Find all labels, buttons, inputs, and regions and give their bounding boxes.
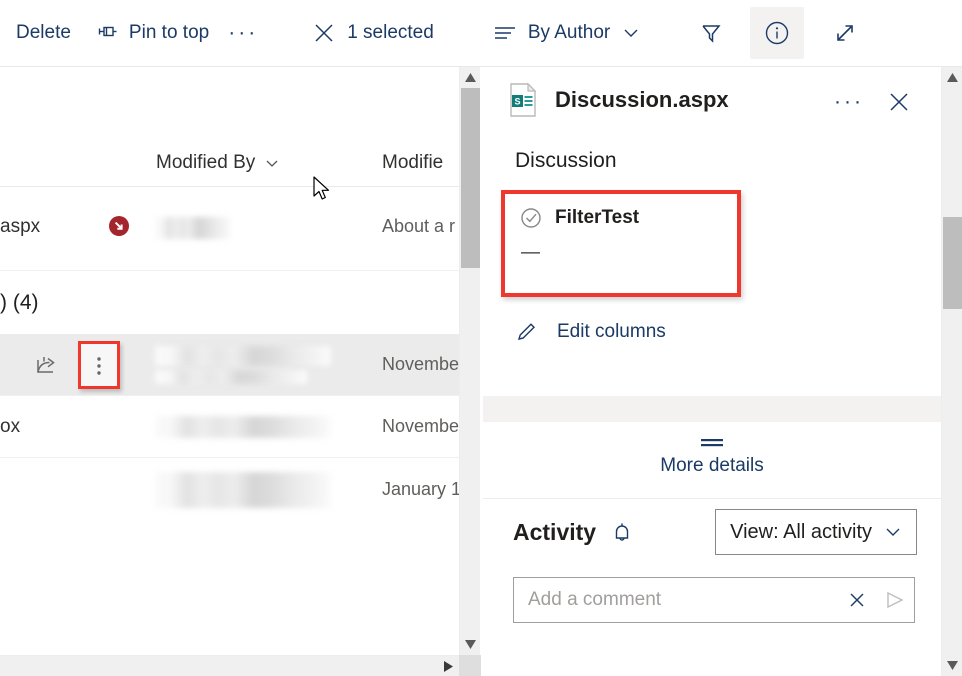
table-row[interactable]: ox Novembe	[0, 396, 460, 458]
activity-header: Activity View: All activity	[513, 509, 917, 555]
scroll-down-arrow-icon[interactable]	[942, 655, 962, 676]
details-vertical-scrollbar[interactable]	[941, 67, 962, 676]
delete-button[interactable]: Delete	[4, 13, 83, 53]
edit-columns-button[interactable]: Edit columns	[513, 319, 666, 345]
row-modified-date: About a r	[382, 216, 456, 236]
file-list-pane: Modified By Modifie aspx About a r) (4)…	[0, 67, 481, 676]
overflow-menu-button[interactable]: ···	[221, 13, 265, 53]
details-header-actions: ···	[831, 85, 917, 119]
pencil-icon	[513, 319, 539, 345]
redacted-modified-by-value	[155, 472, 331, 508]
table-row[interactable]: Novembe	[0, 334, 460, 396]
more-details-handle-icon	[697, 437, 727, 449]
list-scrollbar-thumb[interactable]	[461, 88, 480, 268]
property-label: FilterTest	[555, 207, 640, 228]
list-column-headers: Modified By Modifie	[0, 67, 460, 187]
table-row[interactable]: aspx About a r	[0, 187, 460, 271]
details-overflow-button[interactable]: ···	[831, 85, 867, 119]
scroll-down-arrow-icon[interactable]	[460, 634, 481, 655]
details-panel: S Discussion.aspx ··· Discussion FilterT…	[483, 67, 962, 676]
details-scrollbar-thumb[interactable]	[943, 217, 962, 309]
filtertest-property-highlight: FilterTest —	[501, 190, 741, 297]
command-bar: Delete Pin to top ··· 1 selected By Auth…	[0, 0, 962, 67]
group-header-row[interactable]: ) (4)	[0, 272, 460, 334]
comment-input[interactable]	[514, 589, 838, 611]
filter-icon	[697, 19, 725, 47]
details-overflow-label: ···	[834, 90, 864, 113]
scroll-up-arrow-icon[interactable]	[460, 67, 481, 88]
comment-clear-button[interactable]	[838, 578, 876, 622]
more-vertical-icon[interactable]	[88, 351, 110, 381]
sharepoint-page-icon: S	[507, 82, 539, 118]
comment-box	[513, 577, 915, 623]
close-icon	[846, 589, 868, 611]
file-properties-card: S Discussion.aspx ··· Discussion FilterT…	[483, 67, 941, 396]
redacted-modified-by-value	[155, 416, 331, 438]
chevron-down-icon	[882, 521, 904, 543]
group-by-icon	[492, 22, 518, 44]
group-by-label: By Author	[527, 22, 611, 43]
column-header-modified-by-label: Modified By	[156, 152, 256, 173]
selection-count-label: 1 selected	[347, 22, 434, 43]
bell-icon[interactable]	[610, 520, 634, 546]
chevron-down-icon	[620, 22, 642, 44]
chevron-down-icon	[262, 153, 282, 173]
svg-text:S: S	[514, 97, 520, 107]
table-row[interactable]: January 1	[0, 458, 462, 522]
activity-divider	[483, 498, 941, 499]
row-file-name: aspx	[0, 216, 41, 237]
group-by-button[interactable]: By Author	[480, 13, 654, 53]
column-header-modified-by[interactable]: Modified By	[156, 152, 282, 174]
expand-button[interactable]	[822, 10, 868, 56]
clear-selection-button[interactable]: 1 selected	[299, 13, 446, 53]
edit-columns-label: Edit columns	[557, 321, 666, 342]
activity-card: More details Activity View: All activity	[483, 422, 941, 676]
info-icon	[762, 18, 792, 48]
pin-icon	[95, 21, 119, 45]
column-header-modified-label: Modifie	[382, 152, 444, 173]
property-row-filtertest[interactable]: FilterTest	[519, 206, 639, 230]
close-icon	[886, 89, 912, 115]
scroll-up-arrow-icon[interactable]	[942, 67, 962, 88]
expand-icon	[830, 18, 860, 48]
row-modified-date: January 1	[382, 479, 462, 499]
list-vertical-scrollbar[interactable]	[459, 67, 480, 655]
filter-button[interactable]	[688, 10, 734, 56]
activity-view-filter[interactable]: View: All activity	[715, 509, 917, 555]
redacted-modified-by-value	[155, 346, 331, 366]
property-value[interactable]: —	[521, 242, 540, 264]
scroll-right-arrow-icon[interactable]	[438, 656, 459, 676]
close-icon	[311, 20, 337, 46]
column-header-modified[interactable]: Modifie	[382, 152, 443, 174]
details-info-button[interactable]	[750, 7, 805, 59]
list-horizontal-scrollbar[interactable]	[0, 655, 459, 676]
pin-to-top-label: Pin to top	[128, 22, 210, 43]
details-section-gap	[483, 396, 941, 422]
circle-check-icon	[519, 206, 543, 230]
more-details-label: More details	[660, 455, 764, 476]
share-icon[interactable]	[34, 353, 60, 377]
details-section-title: Discussion	[515, 149, 617, 172]
scrollbar-corner	[459, 655, 481, 676]
sync-error-badge-icon	[108, 215, 130, 237]
comment-send-button[interactable]	[876, 578, 914, 622]
row-file-name: ox	[0, 416, 21, 437]
row-modified-date: Novembe	[382, 354, 460, 374]
details-file-header: S Discussion.aspx	[507, 82, 729, 118]
details-close-button[interactable]	[881, 85, 917, 119]
more-details-toggle[interactable]: More details	[483, 422, 941, 477]
app-root: Delete Pin to top ··· 1 selected By Auth…	[0, 0, 962, 676]
group-header-label: ) (4)	[0, 291, 39, 314]
redacted-modified-by-value-2	[155, 370, 307, 384]
activity-view-filter-label: View: All activity	[730, 520, 872, 543]
send-icon	[883, 589, 907, 611]
pin-to-top-button[interactable]: Pin to top	[83, 13, 221, 53]
overflow-label: ···	[228, 21, 259, 44]
redacted-modified-by-value	[155, 217, 231, 239]
row-modified-date: Novembe	[382, 416, 460, 436]
delete-label: Delete	[16, 22, 71, 43]
activity-title: Activity	[513, 519, 597, 545]
details-file-name: Discussion.aspx	[555, 87, 729, 112]
